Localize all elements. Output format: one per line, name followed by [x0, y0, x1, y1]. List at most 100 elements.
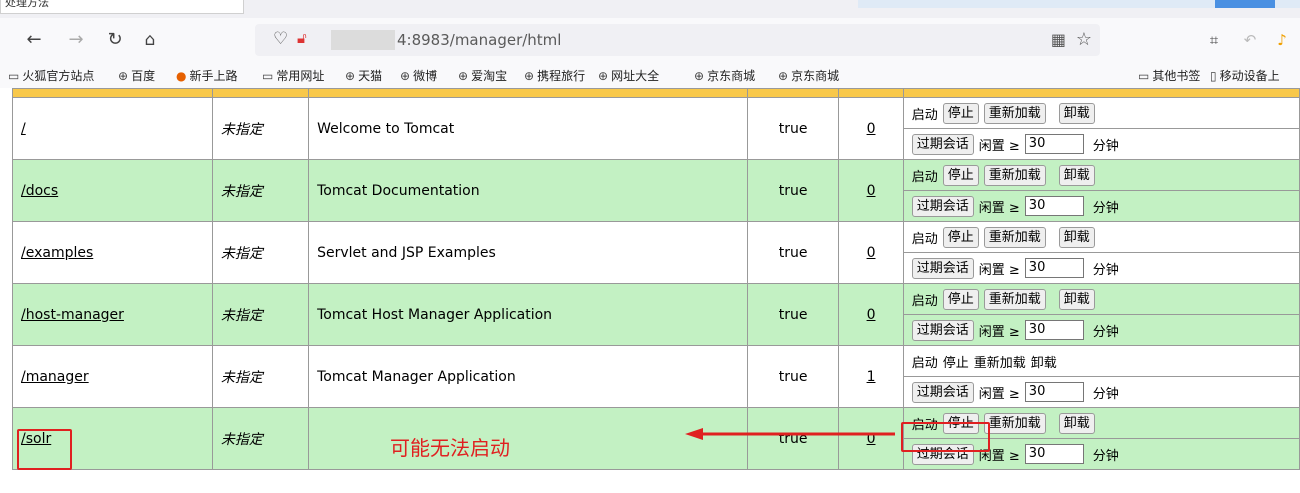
bookmark-label: 常用网址 [276, 69, 325, 83]
insecure-lock-icon[interactable]: 🔓︎ [297, 29, 307, 47]
commands-cell: 启动 停止 重新加载 卸载 过期会话 闲置 ≥30 分钟 [902, 97, 1300, 160]
sessions-link[interactable]: 0 [867, 121, 876, 137]
stop-button[interactable]: 停止 [942, 164, 979, 186]
reload-button[interactable]: 重新加载 [983, 226, 1046, 248]
idle-label: 闲置 ≥ [978, 200, 1020, 216]
sessions-link[interactable]: 1 [867, 369, 876, 385]
version-cell: 未指定 [211, 283, 310, 346]
version-cell: 未指定 [211, 97, 310, 160]
bookmark-item[interactable]: ▭ 其他书签 [1138, 67, 1200, 84]
bookmark-item[interactable]: ▯ 移动设备上 [1210, 67, 1280, 84]
forward-arrow-icon[interactable]: → [64, 28, 88, 52]
sessions-cell: 0 [838, 97, 904, 160]
app-path-link[interactable]: /host-manager [21, 307, 124, 323]
bookmark-label: 百度 [131, 69, 156, 83]
expire-sessions-row: 过期会话 闲置 ≥30 分钟 [904, 315, 1299, 345]
idle-minutes-input[interactable]: 30 [1024, 258, 1084, 278]
undo-icon[interactable]: ↶ [1238, 28, 1262, 52]
stop-button[interactable]: 停止 [942, 102, 979, 124]
bookmark-item[interactable]: ⊕ 百度 [118, 67, 155, 84]
url-text[interactable]: 4:8983/manager/html [397, 31, 561, 49]
undeploy-button[interactable]: 卸载 [1058, 226, 1095, 248]
back-arrow-icon[interactable]: ← [22, 28, 46, 52]
url-bar[interactable]: ♡ 🔓︎ 4:8983/manager/html ▦ ☆ [255, 24, 1100, 56]
sessions-link[interactable]: 0 [867, 183, 876, 199]
qr-code-icon[interactable]: ▦ [1051, 30, 1066, 49]
top-popup: 处理方法 [0, 0, 244, 14]
running-cell: true [746, 283, 840, 346]
shield-icon[interactable]: ♡ [273, 29, 288, 49]
home-icon[interactable]: ⌂ [138, 28, 162, 52]
undeploy-button[interactable]: 卸载 [1058, 102, 1095, 124]
stop-button[interactable]: 停止 [942, 226, 979, 248]
path-cell: /host-manager [12, 283, 213, 346]
bookmark-item[interactable]: ⊕ 京东商城 [694, 67, 755, 84]
bookmark-item[interactable]: ⊕ 微博 [400, 67, 437, 84]
display-name-cell: Tomcat Documentation [308, 159, 748, 222]
header-sessions [838, 88, 904, 98]
top-banner-button[interactable] [1215, 0, 1275, 8]
globe-icon: ⊕ [458, 69, 469, 83]
idle-minutes-input[interactable]: 30 [1024, 444, 1084, 464]
expire-sessions-button[interactable]: 过期会话 [911, 133, 974, 155]
globe-icon: ⊕ [524, 69, 535, 83]
idle-minutes-input[interactable]: 30 [1024, 196, 1084, 216]
bookmark-item[interactable]: ⊕ 网址大全 [598, 67, 659, 84]
expire-sessions-button[interactable]: 过期会话 [911, 257, 974, 279]
app-path-link[interactable]: /manager [21, 369, 89, 385]
bookmark-item[interactable]: ▭ 常用网址 [262, 67, 324, 84]
start-label: 启动 [911, 231, 938, 247]
expire-sessions-button[interactable]: 过期会话 [911, 381, 974, 403]
header-path [12, 88, 213, 98]
undeploy-label: 卸载 [1030, 355, 1057, 371]
screenshot-icon[interactable]: ⌗ [1202, 28, 1226, 52]
undeploy-button[interactable]: 卸载 [1058, 412, 1095, 434]
header-running [746, 88, 840, 98]
folder-icon: ▭ [262, 69, 274, 83]
header-version [211, 88, 310, 98]
start-label: 启动 [911, 355, 938, 371]
idle-minutes-input[interactable]: 30 [1024, 382, 1084, 402]
path-cell: /manager [12, 345, 213, 408]
table-row: / 未指定 Welcome to Tomcat true 0 启动 停止 重新加载 卸载 过期会话… [12, 97, 1300, 160]
reload-button[interactable]: 重新加载 [983, 412, 1046, 434]
bookmark-label: 移动设备上 [1219, 69, 1280, 83]
reload-button[interactable]: 重新加载 [983, 102, 1046, 124]
app-path-link[interactable]: / [21, 121, 26, 137]
bookmark-item[interactable]: ⊕ 携程旅行 [524, 67, 585, 84]
undeploy-button[interactable]: 卸载 [1058, 164, 1095, 186]
manager-page: / 未指定 Welcome to Tomcat true 0 启动 停止 重新加载 卸载 过期会话… [0, 88, 1300, 493]
table-row: /examples 未指定 Servlet and JSP Examples true… [12, 221, 1300, 284]
redacted-host [331, 30, 395, 50]
reload-button[interactable]: 重新加载 [983, 288, 1046, 310]
expire-sessions-button[interactable]: 过期会话 [911, 319, 974, 341]
commands-row: 启动 停止 重新加载 卸载 [903, 98, 1299, 129]
stop-button[interactable]: 停止 [942, 288, 979, 310]
globe-icon: ⊕ [694, 69, 705, 83]
app-path-link[interactable]: /examples [21, 245, 93, 261]
bookmark-label: 天猫 [358, 69, 383, 83]
bookmark-star-icon[interactable]: ☆ [1076, 29, 1092, 50]
app-path-link[interactable]: /docs [21, 183, 58, 199]
expire-sessions-button[interactable]: 过期会话 [911, 195, 974, 217]
bookmark-item[interactable]: ⊕ 天猫 [345, 67, 382, 84]
expire-sessions-row: 过期会话 闲置 ≥30 分钟 [904, 191, 1299, 221]
idle-minutes-input[interactable]: 30 [1024, 134, 1084, 154]
extension-icon[interactable]: ♪ [1270, 28, 1294, 52]
commands-cell: 启动 停止 重新加载 卸载 过期会话 闲置 ≥30 分钟 [902, 345, 1300, 408]
undeploy-button[interactable]: 卸载 [1058, 288, 1095, 310]
start-label: 启动 [911, 107, 938, 123]
sessions-link[interactable]: 0 [867, 245, 876, 261]
running-cell: true [746, 159, 840, 222]
bookmark-item[interactable]: ▭ 火狐官方站点 [8, 67, 94, 84]
bookmark-item[interactable]: ● 新手上路 [176, 67, 238, 84]
stop-label: 停止 [942, 355, 969, 371]
reload-button[interactable]: 重新加载 [983, 164, 1046, 186]
bookmark-item[interactable]: ⊕ 京东商城 [778, 67, 839, 84]
version-cell: 未指定 [211, 159, 310, 222]
sessions-link[interactable]: 0 [867, 307, 876, 323]
bookmark-item[interactable]: ⊕ 爱淘宝 [458, 67, 507, 84]
idle-minutes-input[interactable]: 30 [1024, 320, 1084, 340]
commands-row: 启动 停止 重新加载 卸载 [903, 222, 1299, 253]
reload-icon[interactable]: ↻ [103, 28, 127, 52]
